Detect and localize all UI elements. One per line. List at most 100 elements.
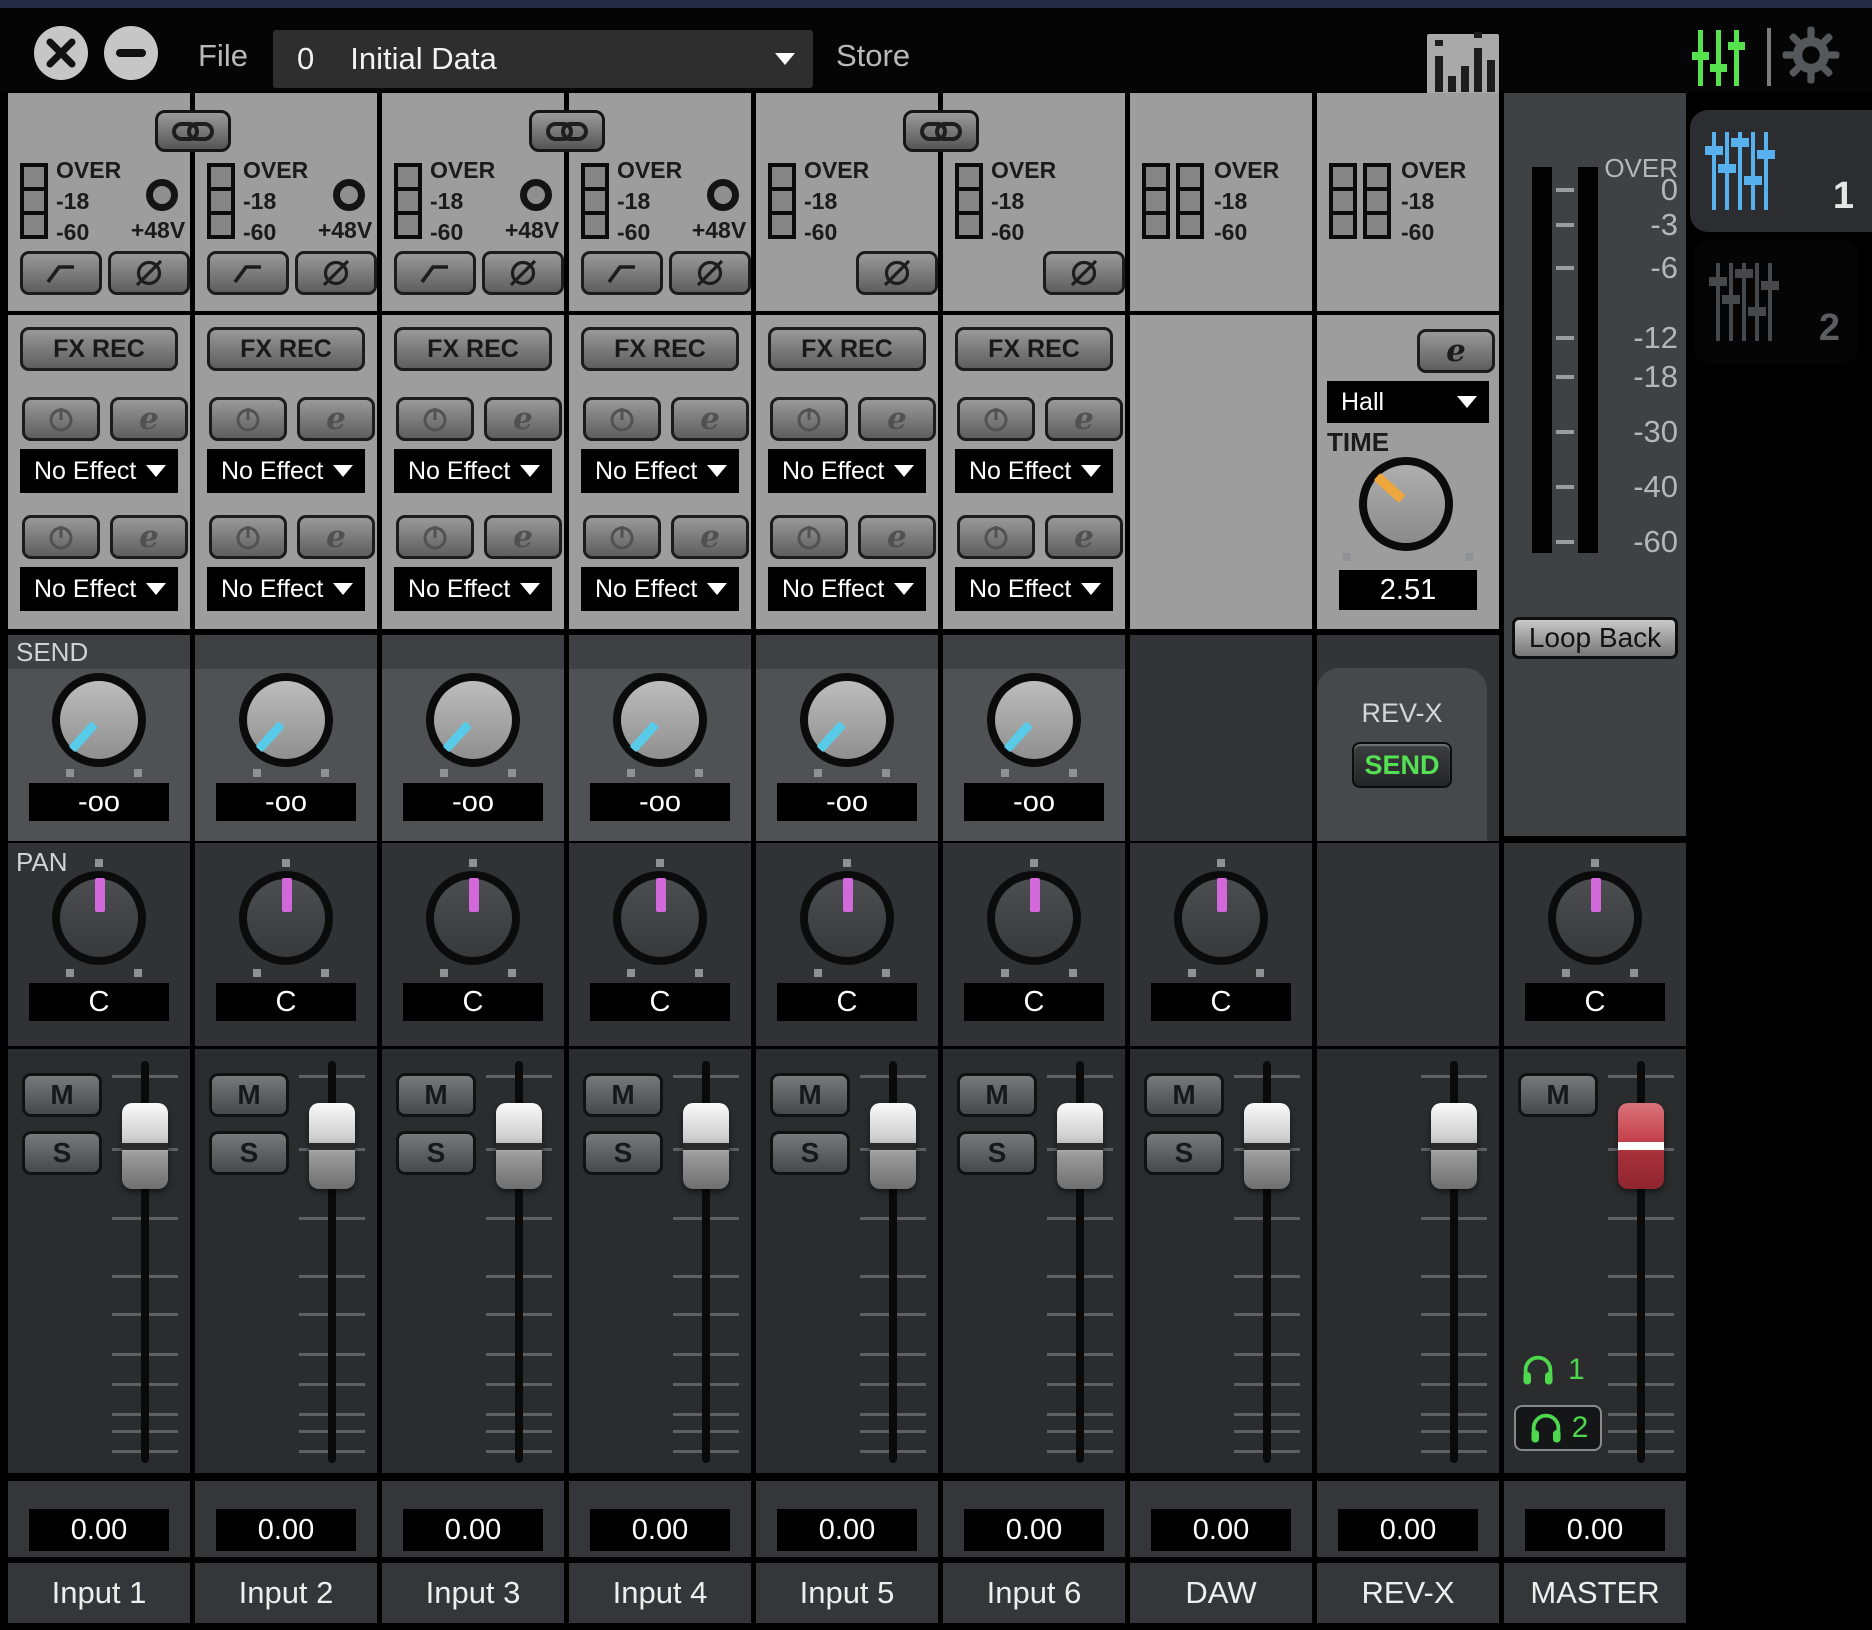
fader-handle[interactable] <box>1618 1103 1664 1189</box>
fader-level-value[interactable]: 0.00 <box>777 1509 917 1551</box>
fx-slot-select[interactable]: No Effect <box>20 449 178 493</box>
fader-level-value[interactable]: 0.00 <box>1338 1509 1478 1551</box>
fx-edit-button[interactable]: e <box>297 515 375 559</box>
fader-handle[interactable] <box>122 1103 168 1189</box>
phase-button[interactable] <box>108 251 190 295</box>
pan-knob[interactable] <box>800 871 894 965</box>
hpf-button[interactable] <box>394 251 476 295</box>
fx-on-button[interactable] <box>583 515 661 559</box>
send-knob[interactable] <box>613 673 707 767</box>
fx-rec-button[interactable]: FX REC <box>207 327 365 371</box>
phase-button[interactable] <box>482 251 564 295</box>
phase-button[interactable] <box>669 251 751 295</box>
fx-on-button[interactable] <box>770 515 848 559</box>
mute-button[interactable]: M <box>583 1073 663 1117</box>
pan-value[interactable]: C <box>777 983 917 1021</box>
send-value[interactable]: -oo <box>777 783 917 821</box>
preset-select[interactable]: 0 Initial Data <box>273 30 813 88</box>
tab-mixer-1[interactable]: 1 <box>1690 110 1872 232</box>
fx-slot-select[interactable]: No Effect <box>207 449 365 493</box>
time-knob[interactable] <box>1359 457 1453 551</box>
fader-handle[interactable] <box>496 1103 542 1189</box>
fx-edit-button[interactable]: e <box>1045 515 1123 559</box>
channel-link-button[interactable] <box>155 110 231 152</box>
pan-value[interactable]: C <box>403 983 543 1021</box>
fx-on-button[interactable] <box>396 397 474 441</box>
fader-handle[interactable] <box>309 1103 355 1189</box>
mute-button[interactable]: M <box>396 1073 476 1117</box>
pan-knob[interactable] <box>52 871 146 965</box>
fx-edit-button[interactable]: e <box>1045 397 1123 441</box>
fx-edit-button[interactable]: e <box>671 397 749 441</box>
minimize-button[interactable] <box>103 25 159 81</box>
fx-slot-select[interactable]: No Effect <box>207 567 365 611</box>
pan-knob[interactable] <box>1174 871 1268 965</box>
send-value[interactable]: -oo <box>964 783 1104 821</box>
pan-value[interactable]: C <box>216 983 356 1021</box>
close-button[interactable] <box>33 25 89 81</box>
fader-handle[interactable] <box>1244 1103 1290 1189</box>
fx-slot-select[interactable]: No Effect <box>581 567 739 611</box>
fx-slot-select[interactable]: No Effect <box>955 567 1113 611</box>
solo-button[interactable]: S <box>396 1131 476 1175</box>
mute-button[interactable]: M <box>957 1073 1037 1117</box>
fx-rec-button[interactable]: FX REC <box>955 327 1113 371</box>
send-knob[interactable] <box>987 673 1081 767</box>
fader-level-value[interactable]: 0.00 <box>403 1509 543 1551</box>
fader-handle[interactable] <box>683 1103 729 1189</box>
fader-level-value[interactable]: 0.00 <box>216 1509 356 1551</box>
revx-send-button[interactable]: SEND <box>1352 742 1452 788</box>
fx-on-button[interactable] <box>209 397 287 441</box>
send-value[interactable]: -oo <box>216 783 356 821</box>
fx-slot-select[interactable]: No Effect <box>394 567 552 611</box>
mute-button[interactable]: M <box>1144 1073 1224 1117</box>
fx-slot-select[interactable]: No Effect <box>394 449 552 493</box>
pan-knob[interactable] <box>987 871 1081 965</box>
meter-view-button[interactable] <box>1427 34 1499 100</box>
fader-handle[interactable] <box>1431 1103 1477 1189</box>
solo-button[interactable]: S <box>957 1131 1037 1175</box>
fader-level-value[interactable]: 0.00 <box>29 1509 169 1551</box>
fx-edit-button[interactable]: e <box>297 397 375 441</box>
pan-knob[interactable] <box>426 871 520 965</box>
settings-button[interactable] <box>1780 24 1842 86</box>
channel-link-button[interactable] <box>529 110 605 152</box>
fx-edit-button[interactable]: e <box>484 397 562 441</box>
phase-button[interactable] <box>1043 251 1125 295</box>
send-value[interactable]: -oo <box>29 783 169 821</box>
hpf-button[interactable] <box>20 251 102 295</box>
loopback-button[interactable]: Loop Back <box>1512 617 1678 659</box>
fader-level-value[interactable]: 0.00 <box>590 1509 730 1551</box>
solo-button[interactable]: S <box>583 1131 663 1175</box>
fader-handle[interactable] <box>1057 1103 1103 1189</box>
fx-rec-button[interactable]: FX REC <box>20 327 178 371</box>
fader-level-value[interactable]: 0.00 <box>1151 1509 1291 1551</box>
fx-slot-select[interactable]: No Effect <box>768 567 926 611</box>
pan-value[interactable]: C <box>29 983 169 1021</box>
send-knob[interactable] <box>800 673 894 767</box>
pan-value[interactable]: C <box>1151 983 1291 1021</box>
mute-button[interactable]: M <box>770 1073 850 1117</box>
pan-knob[interactable] <box>1548 871 1642 965</box>
fx-slot-select[interactable]: No Effect <box>768 449 926 493</box>
fx-slot-select[interactable]: No Effect <box>955 449 1113 493</box>
phones-1-indicator[interactable]: 1 <box>1520 1353 1585 1387</box>
fx-edit-button[interactable]: e <box>110 397 188 441</box>
fx-on-button[interactable] <box>583 397 661 441</box>
send-value[interactable]: -oo <box>403 783 543 821</box>
fx-on-button[interactable] <box>396 515 474 559</box>
reverb-type-select[interactable]: Hall <box>1327 381 1489 423</box>
phones-2-button[interactable]: 2 <box>1514 1405 1602 1451</box>
fx-edit-button[interactable]: e <box>110 515 188 559</box>
fader-level-value[interactable]: 0.00 <box>964 1509 1104 1551</box>
time-value[interactable]: 2.51 <box>1339 570 1477 610</box>
fx-on-button[interactable] <box>770 397 848 441</box>
fx-edit-button[interactable]: e <box>671 515 749 559</box>
mute-button[interactable]: M <box>1518 1073 1598 1117</box>
fx-rec-button[interactable]: FX REC <box>581 327 739 371</box>
fx-edit-button[interactable]: e <box>484 515 562 559</box>
hpf-button[interactable] <box>581 251 663 295</box>
send-knob[interactable] <box>52 673 146 767</box>
fader-level-value[interactable]: 0.00 <box>1525 1509 1665 1551</box>
send-knob[interactable] <box>426 673 520 767</box>
